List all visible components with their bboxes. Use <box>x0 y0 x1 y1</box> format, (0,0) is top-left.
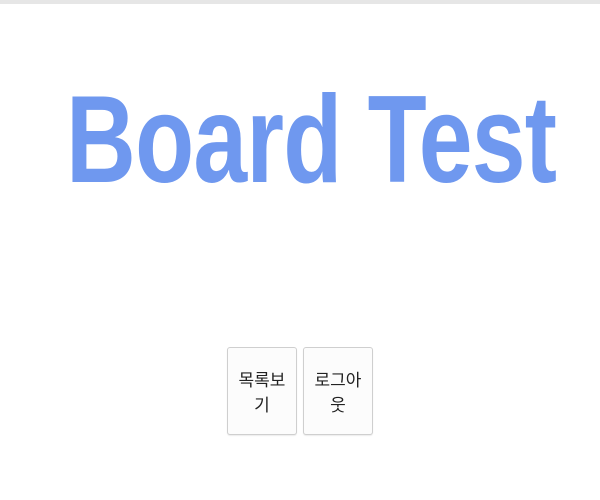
button-row: 목록보기 로그아웃 <box>0 347 600 435</box>
list-view-button[interactable]: 목록보기 <box>227 347 297 435</box>
logout-button[interactable]: 로그아웃 <box>303 347 373 435</box>
page-title: Board Test <box>66 71 557 209</box>
page: Board Test 목록보기 로그아웃 <box>0 0 600 500</box>
top-divider <box>0 0 600 4</box>
